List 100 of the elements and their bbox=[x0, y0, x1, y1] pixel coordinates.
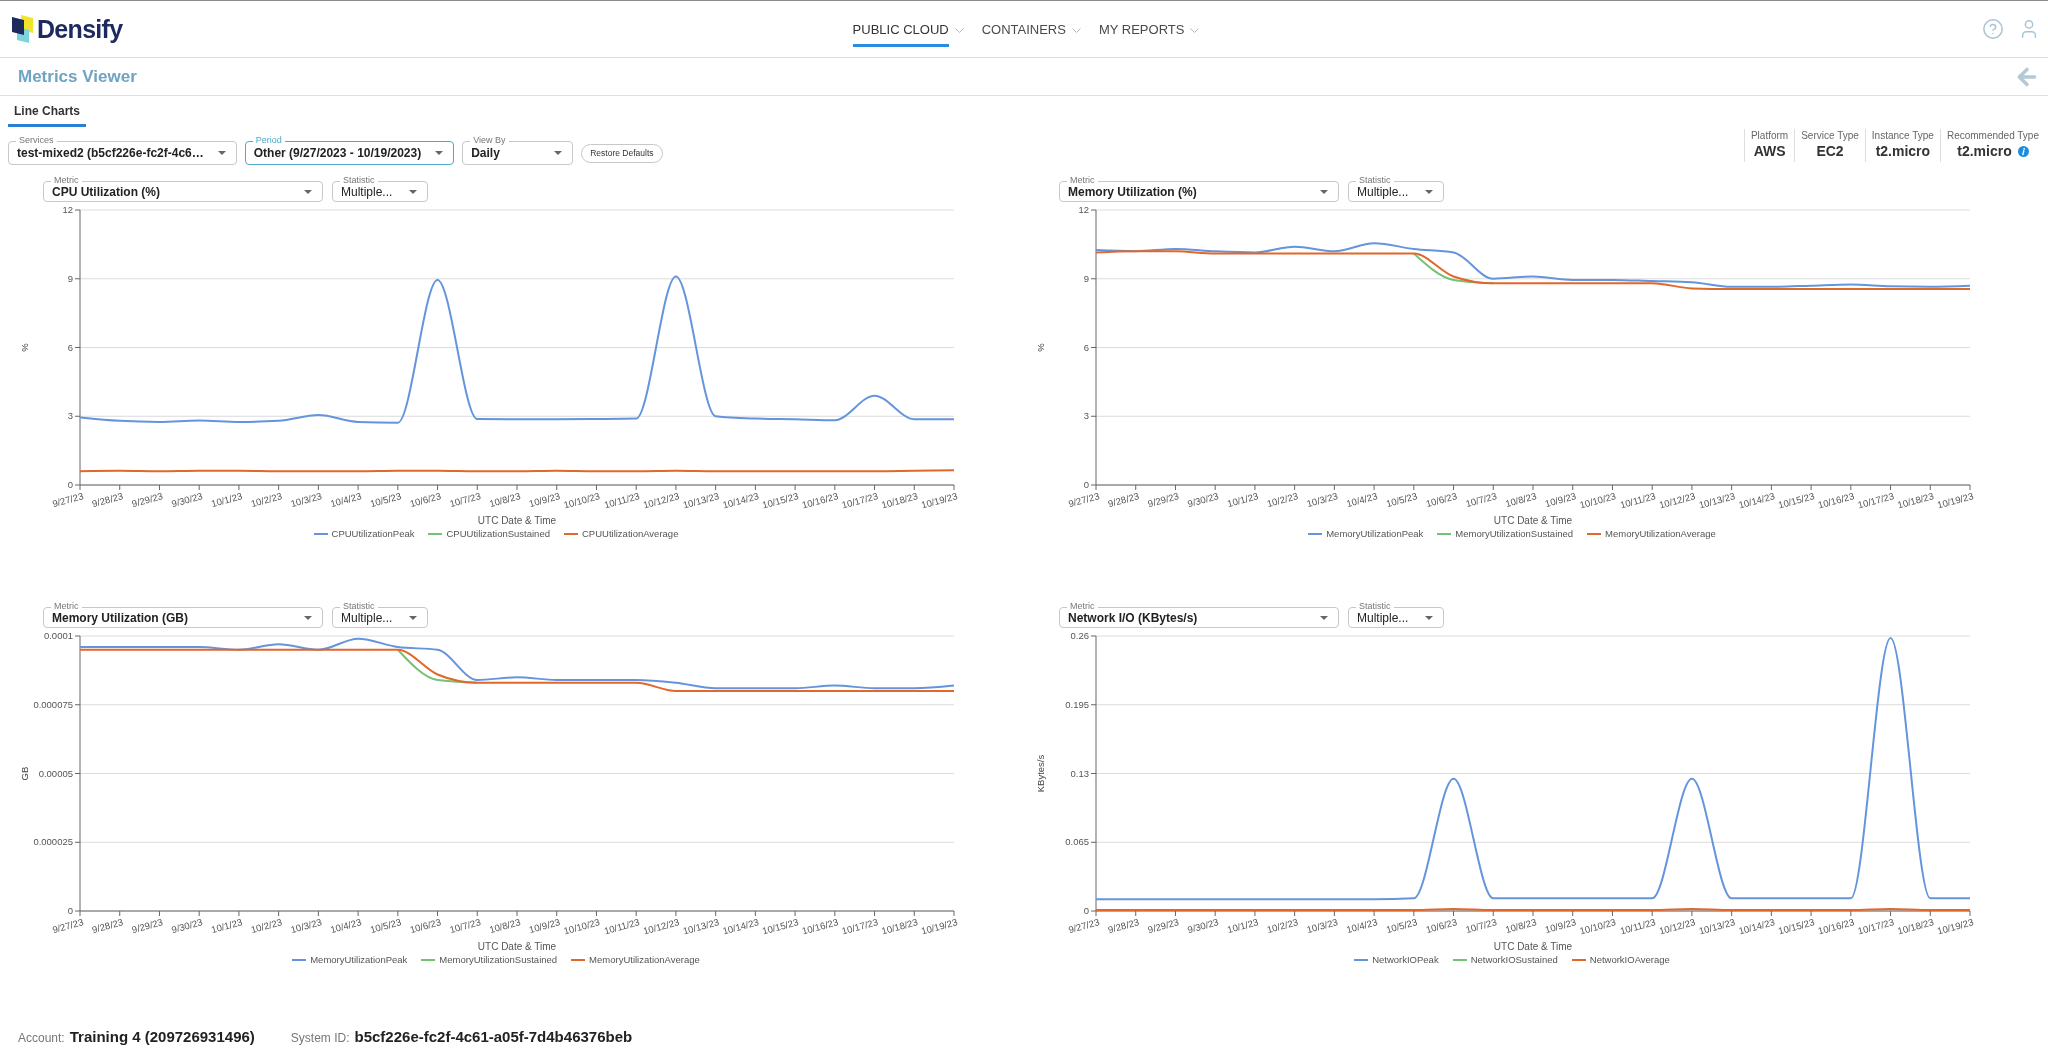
caret-icon bbox=[1320, 615, 1328, 620]
footer-label: System ID: bbox=[290, 1031, 350, 1045]
nav-tab[interactable]: CONTAINERS bbox=[981, 1, 1081, 47]
x-tick-label: 10/6/23 bbox=[1424, 916, 1459, 936]
x-tick-label: 10/1/23 bbox=[1225, 490, 1260, 510]
legend-label: MemoryUtilizationSustained bbox=[439, 954, 558, 966]
x-tick-label: 9/30/23 bbox=[1186, 916, 1220, 936]
caret-icon bbox=[554, 151, 563, 155]
field-label: Metric bbox=[51, 175, 82, 186]
info-icon[interactable] bbox=[2017, 145, 2029, 157]
y-tick-label: 0.0001 bbox=[43, 630, 73, 642]
summary-value: t2.micro bbox=[1957, 142, 2012, 160]
x-tick-label: 10/15/23 bbox=[761, 490, 800, 511]
x-axis-title: UTC Date & Time bbox=[1493, 515, 1573, 526]
y-tick-label: 0.13 bbox=[1070, 767, 1089, 779]
x-tick-label: 10/11/23 bbox=[1618, 490, 1657, 511]
x-tick-label: 9/29/23 bbox=[1146, 916, 1180, 936]
summary-value: t2.micro bbox=[1875, 142, 1931, 160]
caret-icon bbox=[1425, 615, 1433, 620]
summary-label: Recommended Type bbox=[1946, 129, 2039, 142]
x-tick-label: 10/14/23 bbox=[721, 916, 760, 937]
caret-icon bbox=[1425, 189, 1433, 194]
x-tick-label: 10/16/23 bbox=[800, 916, 840, 937]
x-tick-label: 10/14/23 bbox=[1737, 490, 1776, 511]
legend-label: NetworkIOSustained bbox=[1470, 954, 1558, 966]
caret-icon bbox=[304, 615, 312, 620]
field-label: Statistic bbox=[1356, 601, 1394, 612]
x-tick-label: 10/12/23 bbox=[1657, 916, 1697, 937]
x-tick-label: 10/14/23 bbox=[1737, 916, 1776, 937]
x-tick-label: 10/9/23 bbox=[527, 490, 562, 510]
x-tick-label: 10/3/23 bbox=[1305, 490, 1339, 510]
legend-label: MemoryUtilizationPeak bbox=[310, 954, 408, 966]
x-tick-label: 9/29/23 bbox=[1146, 490, 1180, 510]
y-tick-label: 0.26 bbox=[1070, 630, 1089, 642]
x-tick-label: 10/7/23 bbox=[448, 490, 482, 510]
summary-label: Service Type bbox=[1801, 129, 1859, 142]
nav-tab[interactable]: PUBLIC CLOUD bbox=[852, 1, 964, 47]
chevron-down-icon bbox=[1071, 28, 1081, 33]
field-label: Statistic bbox=[340, 175, 378, 186]
x-tick-label: 10/1/23 bbox=[209, 490, 244, 510]
x-tick-label: 10/2/23 bbox=[1265, 490, 1300, 510]
y-tick-label: 9 bbox=[1083, 273, 1089, 284]
x-tick-label: 10/15/23 bbox=[1777, 916, 1816, 937]
x-tick-label: 10/16/23 bbox=[1816, 916, 1856, 937]
x-tick-label: 10/17/23 bbox=[1856, 490, 1896, 511]
x-tick-label: 10/1/23 bbox=[1225, 916, 1260, 936]
page-title: Metrics Viewer bbox=[18, 66, 137, 87]
x-tick-label: 10/19/23 bbox=[1935, 490, 1975, 511]
x-tick-label: 10/15/23 bbox=[1777, 490, 1816, 511]
y-tick-label: 0.000025 bbox=[33, 836, 73, 848]
x-tick-label: 10/18/23 bbox=[880, 490, 919, 511]
field-label: Metric bbox=[51, 601, 82, 612]
caret-icon bbox=[217, 151, 226, 155]
x-tick-label: 10/9/23 bbox=[1543, 916, 1578, 936]
y-tick-label: 0 bbox=[67, 479, 73, 491]
restore-defaults-button[interactable]: Restore Defaults bbox=[581, 143, 663, 163]
x-tick-label: 10/10/23 bbox=[562, 490, 601, 511]
x-tick-label: 10/4/23 bbox=[329, 490, 363, 510]
x-tick-label: 10/6/23 bbox=[408, 490, 443, 510]
legend-label: NetworkIOAverage bbox=[1589, 954, 1670, 966]
x-tick-label: 10/13/23 bbox=[681, 916, 721, 937]
x-tick-label: 10/19/23 bbox=[1935, 916, 1975, 937]
x-tick-label: 9/27/23 bbox=[51, 490, 85, 510]
y-tick-label: 6 bbox=[67, 341, 73, 353]
y-axis-title: GB bbox=[19, 766, 30, 781]
y-tick-label: 0 bbox=[1083, 479, 1089, 491]
x-tick-label: 10/2/23 bbox=[249, 490, 284, 510]
legend-label: NetworkIOPeak bbox=[1372, 954, 1439, 966]
x-tick-label: 10/16/23 bbox=[1816, 490, 1856, 511]
x-tick-label: 10/5/23 bbox=[1384, 490, 1419, 510]
x-tick-label: 10/7/23 bbox=[448, 916, 482, 936]
legend-label: MemoryUtilizationSustained bbox=[1455, 528, 1574, 540]
x-tick-label: 10/1/23 bbox=[209, 916, 244, 936]
x-tick-label: 10/10/23 bbox=[1578, 490, 1617, 511]
footer-value: Training 4 (209726931496) bbox=[69, 1028, 255, 1045]
tab[interactable]: Line Charts bbox=[8, 96, 86, 127]
x-tick-label: 10/17/23 bbox=[1856, 916, 1896, 937]
field-label: Services bbox=[16, 135, 57, 146]
x-tick-label: 10/4/23 bbox=[329, 916, 363, 936]
x-tick-label: 10/2/23 bbox=[249, 916, 284, 936]
y-tick-label: 0.00005 bbox=[38, 767, 73, 779]
x-tick-label: 9/30/23 bbox=[170, 916, 204, 936]
x-tick-label: 10/6/23 bbox=[1424, 490, 1459, 510]
y-tick-label: 0.000075 bbox=[33, 699, 73, 710]
x-tick-label: 10/14/23 bbox=[721, 490, 760, 511]
x-tick-label: 10/7/23 bbox=[1464, 916, 1498, 936]
x-tick-label: 10/13/23 bbox=[681, 490, 721, 511]
x-tick-label: 10/6/23 bbox=[408, 916, 443, 936]
x-tick-label: 10/18/23 bbox=[1896, 916, 1935, 937]
footer-label: Account: bbox=[18, 1031, 65, 1045]
nav-tab[interactable]: MY REPORTS bbox=[1098, 1, 1200, 47]
x-tick-label: 10/4/23 bbox=[1345, 490, 1379, 510]
x-tick-label: 10/3/23 bbox=[1305, 916, 1339, 936]
help-icon[interactable] bbox=[1982, 18, 2004, 40]
x-tick-label: 10/10/23 bbox=[562, 916, 601, 937]
summary-value: AWS bbox=[1753, 142, 1786, 160]
x-tick-label: 10/11/23 bbox=[602, 916, 641, 937]
x-tick-label: 9/30/23 bbox=[1186, 490, 1220, 510]
chevron-down-icon bbox=[1190, 28, 1200, 33]
y-axis-title: % bbox=[1035, 343, 1046, 352]
